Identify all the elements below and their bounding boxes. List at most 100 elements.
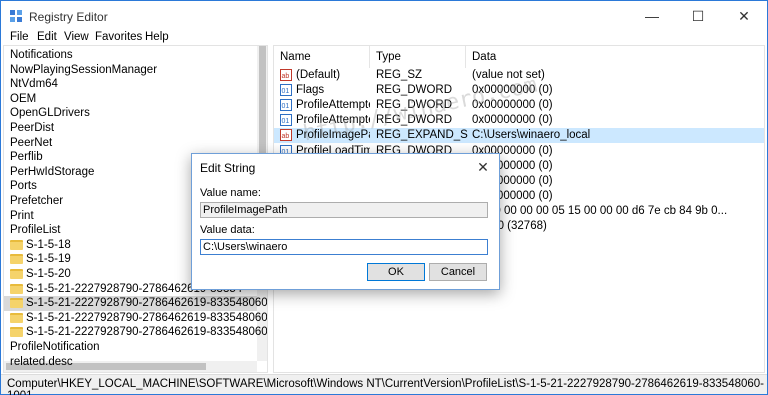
value-data: (value not set): [472, 69, 545, 81]
value-data: 0x00000000 (0): [472, 144, 553, 157]
tree-key-label: S-1-5-19: [26, 253, 71, 266]
tree-key-label: OEM: [10, 92, 37, 105]
list-header: Name Type Data: [274, 46, 764, 68]
menu-edit[interactable]: Edit: [37, 31, 57, 43]
tree-key[interactable]: PeerDist: [4, 121, 257, 136]
tree-key-label: Perflib: [10, 151, 43, 164]
menu-file[interactable]: File: [10, 31, 29, 43]
value-row[interactable]: 01 ProfileAttempte... REG_DWORD 0x00000000 …: [274, 98, 764, 113]
value-type: REG_DWORD: [376, 84, 453, 97]
binary-value-icon: 01: [280, 99, 292, 112]
tree-subkey[interactable]: S-1-5-21-2227928790-2786462619-833548060…: [4, 311, 267, 326]
value-data-label: Value data:: [200, 224, 255, 236]
tree-key-label: PerHwIdStorage: [10, 165, 95, 178]
dialog-title-bar[interactable]: Edit String ✕: [192, 154, 499, 180]
folder-icon: [10, 269, 23, 279]
value-data: 0x00000000 (0): [472, 114, 553, 127]
value-data: 0x00000000 (0): [472, 174, 553, 187]
tree-key-label: ProfileList: [10, 224, 61, 237]
value-row[interactable]: ab (Default) REG_SZ (value not set): [274, 68, 764, 83]
value-name-field[interactable]: ProfileImagePath: [200, 202, 488, 218]
svg-text:01: 01: [282, 88, 290, 95]
tree-key-label: OpenGLDrivers: [10, 107, 90, 120]
value-row[interactable]: 01 ProfileAttempte... REG_DWORD 0x00000000 …: [274, 113, 764, 128]
maximize-button[interactable]: ☐: [675, 1, 721, 31]
folder-icon: [10, 298, 23, 309]
tree-key[interactable]: related.desc: [4, 355, 257, 370]
ok-button[interactable]: OK: [367, 263, 425, 281]
tree-key[interactable]: OpenGLDrivers: [4, 106, 257, 121]
value-row[interactable]: ab ProfileImagePath REG_EXPAND_SZ C:\Users\…: [274, 128, 764, 144]
minimize-button[interactable]: —: [629, 1, 675, 31]
tree-key-label: S-1-5-20: [26, 268, 71, 280]
value-data: 0x00000000 (0): [472, 159, 553, 172]
registry-editor-icon: [10, 10, 22, 22]
value-data: 08000 (32768): [472, 220, 547, 232]
tree-key-label: PeerNet: [10, 136, 53, 149]
tree-key-label: Print: [10, 209, 34, 222]
tree-key-label: PeerDist: [10, 122, 55, 134]
tree-key-label: related.desc: [10, 355, 73, 368]
tree-key-label: NtVdm64: [10, 78, 58, 91]
binary-value-icon: 01: [280, 114, 292, 127]
tree-key[interactable]: Notifications: [4, 48, 257, 63]
registry-editor-window: Registry Editor — ☐ ✕ File Edit View Fav…: [0, 0, 768, 395]
value-data-field[interactable]: C:\Users\winaero: [200, 239, 488, 255]
tree-subkey[interactable]: S-1-5-21-2227928790-2786462619-833548060…: [4, 325, 267, 340]
status-path: Computer\HKEY_LOCAL_MACHINE\SOFTWARE\Mic…: [7, 378, 765, 395]
dialog-close-icon[interactable]: ✕: [472, 156, 494, 178]
title-bar[interactable]: Registry Editor — ☐ ✕: [1, 1, 767, 31]
tree-key[interactable]: NtVdm64: [4, 77, 257, 92]
menu-favorites[interactable]: Favorites: [95, 31, 142, 43]
close-button[interactable]: ✕: [721, 1, 767, 31]
status-bar: Computer\HKEY_LOCAL_MACHINE\SOFTWARE\Mic…: [1, 374, 767, 395]
value-data: C:\Users\winaero_local: [472, 129, 591, 142]
tree-key-label: Notifications: [10, 49, 73, 61]
svg-text:ab: ab: [282, 133, 290, 140]
column-name-header[interactable]: Name: [274, 46, 370, 68]
svg-text:01: 01: [282, 103, 290, 110]
value-type: REG_EXPAND_SZ: [376, 129, 468, 142]
tree-key-label: NowPlayingSessionManager: [10, 63, 158, 76]
menu-view[interactable]: View: [64, 31, 89, 43]
tree-key-label: S-1-5-21-2227928790-2786462619-833548060…: [26, 326, 268, 339]
value-name: ProfileAttempte...: [296, 99, 370, 112]
binary-value-icon: 01: [280, 84, 292, 97]
tree-key[interactable]: NowPlayingSessionManager: [4, 63, 257, 78]
edit-string-dialog: Edit String ✕ Value name: ProfileImagePa…: [191, 153, 500, 290]
string-value-icon: ab: [280, 69, 292, 81]
value-name: ProfileAttempte...: [296, 114, 370, 127]
tree-key[interactable]: PeerNet: [4, 136, 257, 151]
value-data: 0x00000000 (0): [472, 84, 553, 97]
folder-icon: [10, 254, 23, 265]
value-type: REG_SZ: [376, 69, 423, 81]
tree-key-label: S-1-5-21-2227928790-2786462619-833548060…: [26, 297, 268, 310]
tree-key-label: Ports: [10, 180, 37, 193]
folder-icon: [10, 283, 23, 294]
column-type-header[interactable]: Type: [370, 46, 466, 68]
dialog-title: Edit String: [200, 161, 256, 175]
value-name-label: Value name:: [200, 187, 261, 199]
value-name: ProfileImagePath: [296, 129, 370, 142]
svg-text:ab: ab: [282, 73, 290, 80]
folder-icon: [10, 239, 23, 250]
tree-key[interactable]: ProfileNotification: [4, 340, 257, 355]
cancel-button[interactable]: Cancel: [429, 263, 487, 281]
menu-help[interactable]: Help: [145, 31, 169, 43]
value-name: Flags: [296, 84, 325, 97]
column-data-header[interactable]: Data: [466, 46, 764, 68]
value-data: 0x00000000 (0): [472, 99, 553, 112]
tree-key-label: S-1-5-18: [26, 238, 71, 251]
tree-subkey[interactable]: S-1-5-21-2227928790-2786462619-833548060…: [4, 296, 267, 312]
value-name: (Default): [296, 69, 341, 81]
value-row[interactable]: 01 Flags REG_DWORD 0x00000000 (0): [274, 83, 764, 98]
tree-key[interactable]: OEM: [4, 92, 257, 107]
tree-key-label: S-1-5-21-2227928790-2786462619-833548060…: [26, 311, 268, 324]
window-title: Registry Editor: [29, 10, 108, 24]
string-value-icon: ab: [280, 129, 292, 142]
value-data: 0x00000000 (0): [472, 189, 553, 202]
menu-bar: File Edit View Favorites Help: [1, 31, 767, 45]
folder-icon: [10, 312, 23, 323]
tree-key-label: ProfileNotification: [10, 341, 100, 353]
value-type: REG_DWORD: [376, 99, 453, 112]
